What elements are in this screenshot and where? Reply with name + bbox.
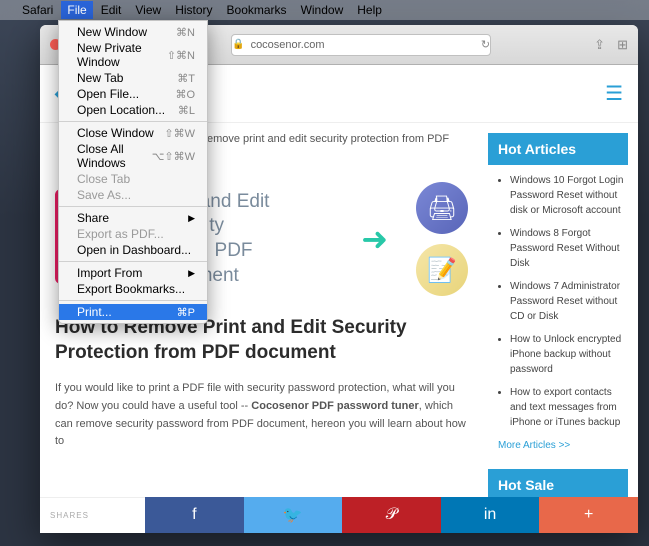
more-articles-link[interactable]: More Articles >> (498, 440, 570, 451)
menu-new-tab[interactable]: New Tab⌘T (59, 70, 207, 86)
menu-close-all-windows[interactable]: Close All Windows⌥⇧⌘W (59, 141, 207, 171)
share-bar: SHARES f 🐦 𝒫 in + (40, 497, 638, 533)
lock-icon: 🔒 (232, 39, 244, 50)
sidebar-article-link[interactable]: Windows 10 Forgot Login Password Reset w… (510, 173, 628, 218)
menu-close-window[interactable]: Close Window⇧⌘W (59, 125, 207, 141)
reload-icon[interactable]: ↻ (481, 38, 490, 51)
submenu-arrow-icon: ▶ (188, 213, 195, 224)
url-text: cocosenor.com (251, 39, 325, 51)
menu-share[interactable]: Share▶ (59, 210, 207, 226)
sidebar-article-link[interactable]: How to Unlock encrypted iPhone backup wi… (510, 332, 628, 377)
menu-export-pdf: Export as PDF... (59, 226, 207, 242)
menu-separator (59, 206, 207, 207)
address-bar[interactable]: 🔒 cocosenor.com ↻ (231, 34, 491, 56)
menu-close-tab: Close Tab (59, 171, 207, 187)
tabs-icon[interactable]: ⊞ (617, 37, 628, 53)
menu-separator (59, 121, 207, 122)
share-pinterest-button[interactable]: 𝒫 (342, 497, 441, 533)
submenu-arrow-icon: ▶ (188, 268, 195, 279)
sidebar: Hot Articles Windows 10 Forgot Login Pas… (483, 123, 638, 533)
menubar-view[interactable]: View (135, 3, 161, 17)
menu-save-as: Save As... (59, 187, 207, 203)
shares-label: SHARES (40, 497, 145, 533)
menubar-window[interactable]: Window (301, 3, 344, 17)
printer-icon: 🖨 (416, 182, 468, 234)
menu-separator (59, 300, 207, 301)
menu-new-private-window[interactable]: New Private Window⇧⌘N (59, 40, 207, 70)
arrow-right-icon: ➜ (361, 220, 388, 258)
share-linkedin-button[interactable]: in (441, 497, 540, 533)
share-more-button[interactable]: + (539, 497, 638, 533)
sidebar-article-link[interactable]: Windows 8 Forgot Password Reset Without … (510, 226, 628, 271)
menu-import-from[interactable]: Import From▶ (59, 265, 207, 281)
menubar-history[interactable]: History (175, 3, 212, 17)
article-body: If you would like to print a PDF file wi… (55, 380, 468, 450)
menu-open-location[interactable]: Open Location...⌘L (59, 102, 207, 118)
menubar-app-name[interactable]: Safari (22, 3, 53, 17)
share-facebook-button[interactable]: f (145, 497, 244, 533)
hamburger-menu-icon[interactable]: ☰ (605, 81, 623, 106)
sidebar-article-link[interactable]: Windows 7 Administrator Password Reset w… (510, 279, 628, 324)
hot-articles-header: Hot Articles (488, 133, 628, 165)
sidebar-article-link[interactable]: How to export contacts and text messages… (510, 385, 628, 430)
file-menu-dropdown: New Window⌘N New Private Window⇧⌘N New T… (58, 20, 208, 324)
menu-open-file[interactable]: Open File...⌘O (59, 86, 207, 102)
menubar-help[interactable]: Help (357, 3, 382, 17)
menu-new-window[interactable]: New Window⌘N (59, 24, 207, 40)
menubar-file[interactable]: File (61, 1, 92, 19)
menu-export-bookmarks[interactable]: Export Bookmarks... (59, 281, 207, 297)
menu-separator (59, 261, 207, 262)
menubar: Safari File Edit View History Bookmarks … (0, 0, 649, 20)
edit-document-icon: 📝 (416, 244, 468, 296)
menu-open-dashboard[interactable]: Open in Dashboard... (59, 242, 207, 258)
menu-print[interactable]: Print...⌘P (59, 304, 207, 320)
menubar-edit[interactable]: Edit (101, 3, 122, 17)
share-icon[interactable]: ⇪ (594, 37, 605, 53)
share-twitter-button[interactable]: 🐦 (244, 497, 343, 533)
menubar-bookmarks[interactable]: Bookmarks (227, 3, 287, 17)
